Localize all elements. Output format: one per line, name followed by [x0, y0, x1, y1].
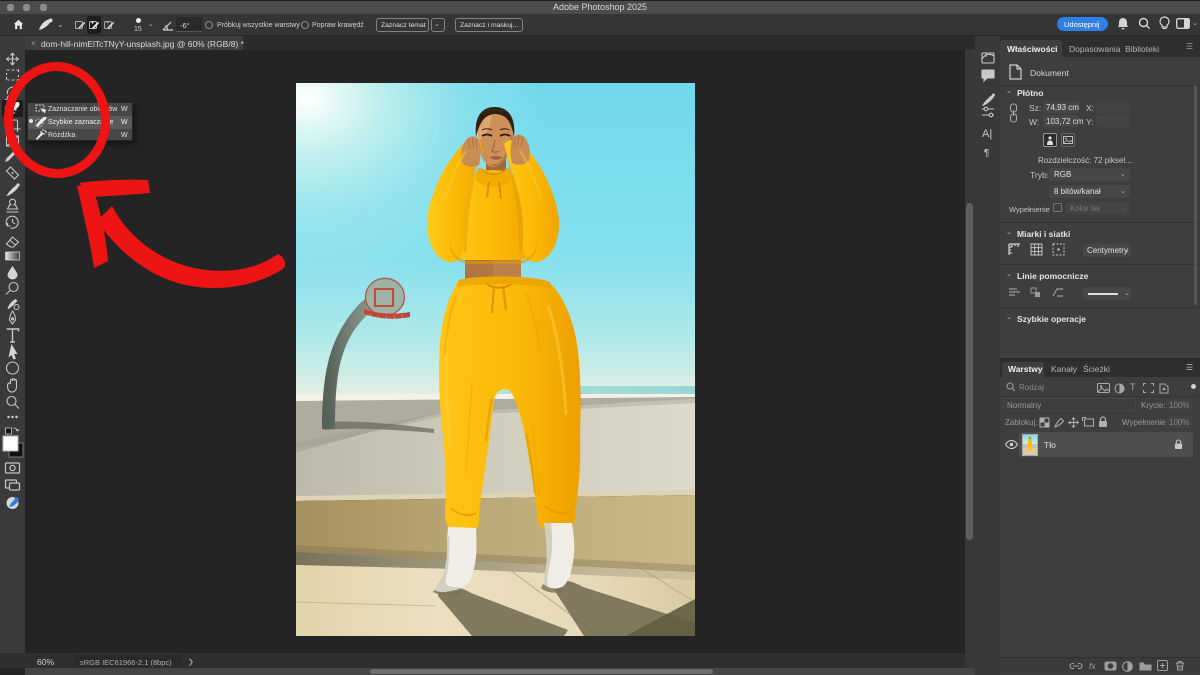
- svg-text:A|: A|: [982, 128, 992, 140]
- svg-text:¶: ¶: [984, 148, 989, 159]
